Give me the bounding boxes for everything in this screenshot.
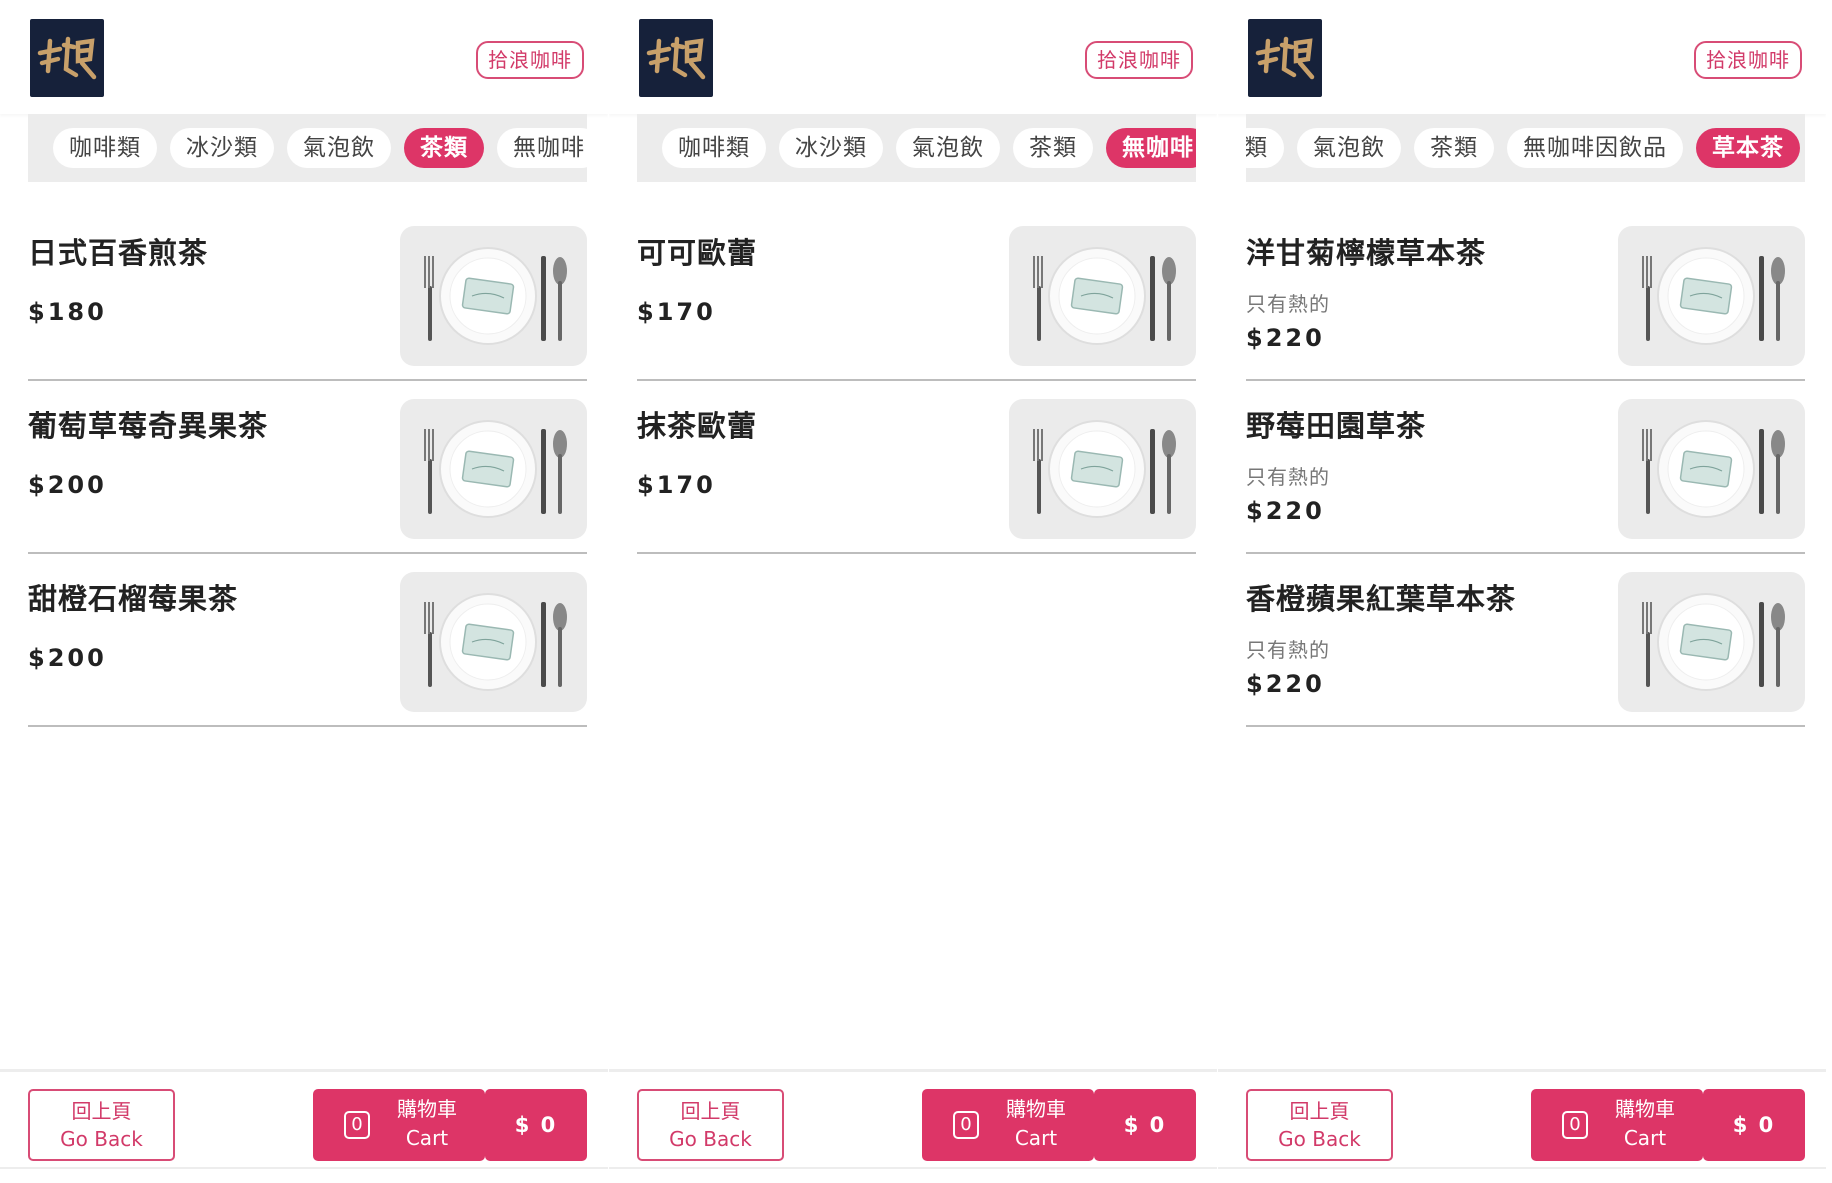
bottom-action-bar: 回上頁 Go Back 0 購物車 Cart $ 0 — [0, 1069, 608, 1169]
cart-label-en: Cart — [405, 1126, 449, 1150]
tab-caffeine-free[interactable]: 無咖啡 — [497, 128, 587, 168]
menu-item[interactable]: 野莓田園草茶 只有熱的 $220 — [1246, 381, 1805, 554]
brand-name-button[interactable]: 拾浪咖啡 — [1694, 41, 1802, 79]
menu-item[interactable]: 日式百香煎茶 $180 — [28, 208, 587, 381]
cart-label-en: Cart — [1014, 1126, 1058, 1150]
cart-label: 購物車 Cart — [998, 1095, 1074, 1153]
item-name: 香橙蘋果紅葉草本茶 — [1246, 582, 1517, 616]
menu-item[interactable]: 葡萄草莓奇異果茶 $200 — [28, 381, 587, 554]
item-price: $170 — [637, 298, 716, 326]
item-price: $220 — [1246, 324, 1325, 352]
plate-placeholder-icon — [400, 572, 587, 712]
plate-placeholder-icon — [1618, 399, 1805, 539]
item-name: 日式百香煎茶 — [28, 236, 209, 270]
item-price: $220 — [1246, 670, 1325, 698]
item-note: 只有熱的 — [1246, 638, 1330, 662]
item-name: 野莓田園草茶 — [1246, 409, 1427, 443]
cart-label-zh: 購物車 — [1615, 1097, 1675, 1121]
item-price: $200 — [28, 471, 107, 499]
tab-caffeine-free[interactable]: 無咖啡因飲品 — [1507, 128, 1683, 168]
cart-label-zh: 購物車 — [1006, 1097, 1066, 1121]
cart-count-badge: 0 — [1562, 1111, 1588, 1139]
cart-total-button[interactable]: $ 0 — [485, 1089, 587, 1161]
item-price: $220 — [1246, 497, 1325, 525]
plate-placeholder-icon — [1618, 226, 1805, 366]
go-back-button[interactable]: 回上頁 Go Back — [637, 1089, 784, 1161]
go-back-label-en: Go Back — [669, 1127, 752, 1151]
menu-item[interactable]: 可可歐蕾 $170 — [637, 208, 1196, 381]
brand-name-button[interactable]: 拾浪咖啡 — [476, 41, 584, 79]
plate-placeholder-icon — [1009, 399, 1196, 539]
category-tab-bar[interactable]: 咖啡類 冰沙類 氣泡飲 茶類 無咖啡 — [28, 114, 587, 182]
menu-panel-caffeine-free: 拾浪咖啡 咖啡類 冰沙類 氣泡飲 茶類 無咖啡 可可歐蕾 $170 抹茶歐蕾 $… — [609, 0, 1217, 1183]
go-back-label-zh: 回上頁 — [680, 1099, 741, 1123]
app-header: 拾浪咖啡 — [0, 0, 608, 114]
cart-button[interactable]: 0 購物車 Cart — [922, 1089, 1094, 1161]
cart-count-badge: 0 — [344, 1111, 370, 1139]
tab-tea[interactable]: 茶類 — [1013, 128, 1093, 168]
cart-button[interactable]: 0 購物車 Cart — [313, 1089, 485, 1161]
item-name: 抹茶歐蕾 — [637, 409, 758, 443]
go-back-button[interactable]: 回上頁 Go Back — [1246, 1089, 1393, 1161]
tab-coffee[interactable]: 咖啡類 — [53, 128, 157, 168]
tab-herbal-tea[interactable]: 草本茶 — [1696, 128, 1800, 168]
tab-tea[interactable]: 茶類 — [404, 128, 484, 168]
item-name: 甜橙石榴莓果茶 — [28, 582, 239, 616]
bottom-action-bar: 回上頁 Go Back 0 購物車 Cart $ 0 — [1218, 1069, 1826, 1169]
cart-label: 購物車 Cart — [389, 1095, 465, 1153]
category-tab-bar[interactable]: 類 氣泡飲 茶類 無咖啡因飲品 草本茶 — [1246, 114, 1805, 182]
menu-panel-tea: 拾浪咖啡 咖啡類 冰沙類 氣泡飲 茶類 無咖啡 日式百香煎茶 $180 葡萄草莓… — [0, 0, 608, 1183]
cart-label-en: Cart — [1623, 1126, 1667, 1150]
tab-coffee[interactable]: 咖啡類 — [662, 128, 766, 168]
go-back-label-en: Go Back — [1278, 1127, 1361, 1151]
menu-panel-herbal-tea: 拾浪咖啡 類 氣泡飲 茶類 無咖啡因飲品 草本茶 洋甘菊檸檬草本茶 只有熱的 $… — [1218, 0, 1826, 1183]
tab-tea[interactable]: 茶類 — [1414, 128, 1494, 168]
item-name: 葡萄草莓奇異果茶 — [28, 409, 269, 443]
tab-smoothie[interactable]: 冰沙類 — [779, 128, 883, 168]
tab-sparkling[interactable]: 氣泡飲 — [287, 128, 391, 168]
tab-sparkling[interactable]: 氣泡飲 — [896, 128, 1000, 168]
plate-placeholder-icon — [400, 226, 587, 366]
tab-sparkling[interactable]: 氣泡飲 — [1297, 128, 1401, 168]
brand-logo-icon[interactable] — [639, 19, 713, 97]
brand-name-button[interactable]: 拾浪咖啡 — [1085, 41, 1193, 79]
cart-total-button[interactable]: $ 0 — [1094, 1089, 1196, 1161]
tab-smoothie[interactable]: 冰沙類 — [170, 128, 274, 168]
item-name: 洋甘菊檸檬草本茶 — [1246, 236, 1487, 270]
brand-logo-icon[interactable] — [1248, 19, 1322, 97]
cart-label: 購物車 Cart — [1607, 1095, 1683, 1153]
menu-item[interactable]: 抹茶歐蕾 $170 — [637, 381, 1196, 554]
item-price: $200 — [28, 644, 107, 672]
cart-button[interactable]: 0 購物車 Cart — [1531, 1089, 1703, 1161]
tab-caffeine-free[interactable]: 無咖啡 — [1106, 128, 1196, 168]
bottom-action-bar: 回上頁 Go Back 0 購物車 Cart $ 0 — [609, 1069, 1217, 1169]
plate-placeholder-icon — [1618, 572, 1805, 712]
go-back-label-zh: 回上頁 — [71, 1099, 132, 1123]
app-header: 拾浪咖啡 — [1218, 0, 1826, 114]
item-name: 可可歐蕾 — [637, 236, 758, 270]
menu-item[interactable]: 甜橙石榴莓果茶 $200 — [28, 554, 587, 727]
menu-item[interactable]: 洋甘菊檸檬草本茶 只有熱的 $220 — [1246, 208, 1805, 381]
go-back-button[interactable]: 回上頁 Go Back — [28, 1089, 175, 1161]
app-header: 拾浪咖啡 — [609, 0, 1217, 114]
menu-item[interactable]: 香橙蘋果紅葉草本茶 只有熱的 $220 — [1246, 554, 1805, 727]
category-tab-bar[interactable]: 咖啡類 冰沙類 氣泡飲 茶類 無咖啡 — [637, 114, 1196, 182]
cart-label-zh: 購物車 — [397, 1097, 457, 1121]
item-price: $170 — [637, 471, 716, 499]
item-price: $180 — [28, 298, 107, 326]
item-note: 只有熱的 — [1246, 465, 1330, 489]
tab-partial-edge[interactable]: 類 — [1246, 128, 1284, 168]
plate-placeholder-icon — [400, 399, 587, 539]
cart-count-badge: 0 — [953, 1111, 979, 1139]
item-note: 只有熱的 — [1246, 292, 1330, 316]
go-back-label-zh: 回上頁 — [1289, 1099, 1350, 1123]
brand-logo-icon[interactable] — [30, 19, 104, 97]
plate-placeholder-icon — [1009, 226, 1196, 366]
go-back-label-en: Go Back — [60, 1127, 143, 1151]
cart-total-button[interactable]: $ 0 — [1703, 1089, 1805, 1161]
